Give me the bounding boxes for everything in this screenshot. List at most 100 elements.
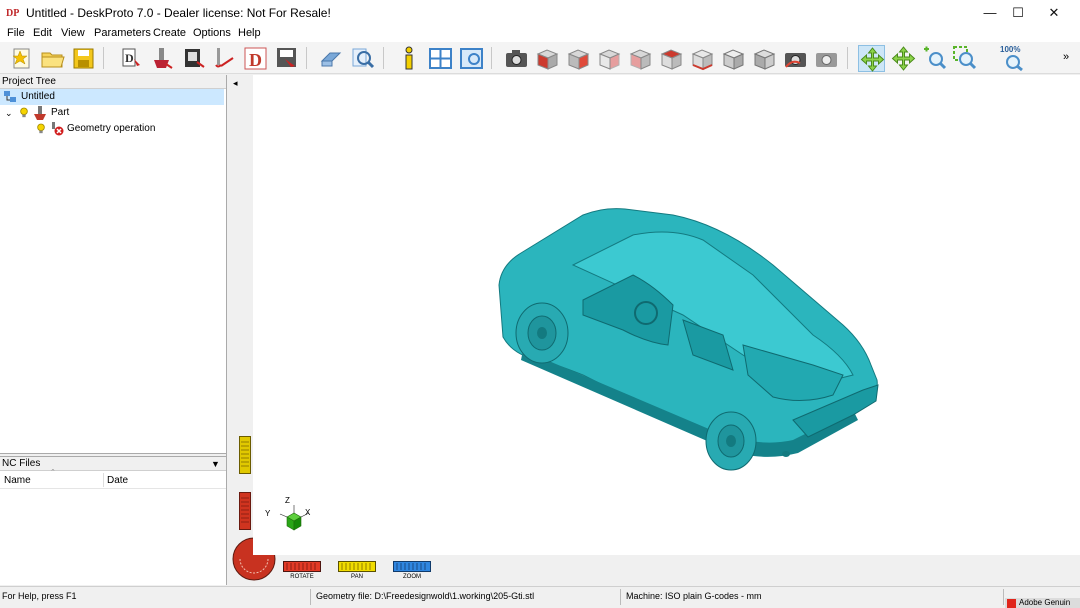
view-cube-right-icon [567,49,590,70]
view-right-button[interactable] [565,45,592,72]
nc-d-icon: D [244,47,267,70]
zoom-meter-label: ZOOM [403,574,421,580]
view-front-button[interactable] [534,45,561,72]
close-button[interactable]: ✕ [1036,0,1072,25]
view-iso-button[interactable] [720,45,747,72]
menu-create[interactable]: Create [153,27,186,39]
zoom-in-icon [924,46,947,70]
nc-col-name[interactable]: Name [4,475,31,486]
collapse-panel-button[interactable]: ◂ [233,78,238,89]
toolpath-icon [215,48,234,68]
camera-reset-icon [785,53,806,68]
tree-item-untitled[interactable]: Untitled [0,89,224,105]
zoom-meter [393,561,431,572]
status-help-text: For Help, press F1 [2,591,77,601]
new-button[interactable] [8,45,35,72]
part-parameters-icon: D [122,48,140,67]
four-view-icon [429,48,452,69]
camera-reset-button[interactable] [782,45,809,72]
search-icon [352,48,375,69]
3d-viewport[interactable]: Z Y X [253,75,1080,555]
tree-item-part[interactable]: ⌄ Part [0,105,224,121]
view-iso2-button[interactable] [751,45,778,72]
car-model[interactable] [253,75,1080,555]
operation-parameters-button[interactable] [148,45,175,72]
machine-button[interactable] [180,45,207,72]
chevron-down-icon[interactable]: ⌄ [5,105,13,121]
status-geometry-file: Geometry file: D:\Freedesignwold\1.worki… [316,591,535,601]
save-button[interactable] [70,45,97,72]
camera-icon [506,50,527,67]
view-cube-front-icon [536,49,559,70]
open-folder-icon [41,52,65,68]
menu-help[interactable]: Help [238,27,261,39]
axis-label-y: Y [265,509,271,518]
window-title: Untitled - DeskProto 7.0 - Dealer licens… [26,6,331,20]
single-view-icon [460,48,483,69]
menu-options[interactable]: Options [193,27,231,39]
title-bar: DP Untitled - DeskProto 7.0 - Dealer lic… [0,0,1080,25]
zoom-slider[interactable] [239,492,251,530]
left-panel: Project Tree Untitled ⌄ Part Geometry op… [0,75,227,585]
dropdown-arrow-icon[interactable]: ▼ [211,457,220,471]
menu-edit[interactable]: Edit [33,27,52,39]
nc-d-button[interactable]: D [242,45,269,72]
pan-meter [338,561,376,572]
view-cube-top-icon [660,49,683,70]
tree-item-geometry-operation[interactable]: Geometry operation [0,121,224,137]
view-back-button[interactable] [596,45,623,72]
front-wheel [515,302,569,364]
menu-parameters[interactable]: Parameters [94,27,151,39]
search-button[interactable] [349,45,376,72]
view-cube-back-icon [598,49,621,70]
menu-view[interactable]: View [61,27,85,39]
project-tree-header: Project Tree [0,75,226,89]
single-view-button[interactable] [458,45,485,72]
camera-gray-button[interactable] [813,45,840,72]
view-cube-iso-icon [722,49,745,70]
zoom-in-button[interactable] [921,45,948,72]
zoom-window-button[interactable] [952,45,979,72]
write-nc-button[interactable] [273,45,300,72]
four-view-button[interactable] [427,45,454,72]
lightbulb-icon[interactable] [36,123,46,135]
sort-indicator-icon: ⌃ [50,469,56,476]
info-button[interactable] [396,45,423,72]
maximize-button[interactable]: ☐ [1000,0,1036,25]
eraser-button[interactable] [318,45,345,72]
view-bottom-button[interactable] [689,45,716,72]
toolpath-button[interactable] [211,45,238,72]
menu-file[interactable]: File [7,27,25,39]
lightbulb-icon[interactable] [19,107,29,119]
rear-wheel [705,411,757,471]
new-icon [12,48,30,69]
view-top-button[interactable] [658,45,685,72]
part-icon [34,106,46,120]
zoom-100-label: 100% [1000,45,1021,54]
axis-label-z: Z [285,496,290,505]
rotate-icon [860,47,885,72]
status-bar: For Help, press F1 Geometry file: D:\Fre… [0,586,1080,608]
camera-gray-icon [816,53,837,67]
operation-error-icon [52,122,64,136]
app-logo-icon: DP [6,8,19,19]
exhaust-pipe [782,451,790,457]
pan-meter-label: PAN [351,574,363,580]
toolbar: D D 100% » [0,42,1080,74]
part-parameters-button[interactable]: D [116,45,143,72]
toolbar-overflow-button[interactable]: » [1063,51,1069,63]
save-icon [73,48,94,69]
open-button[interactable] [39,45,66,72]
nc-col-date[interactable]: Date [107,475,128,486]
camera-button[interactable] [503,45,530,72]
view-left-button[interactable] [627,45,654,72]
view-cube-left-icon [629,49,652,70]
svg-text:D: D [249,50,262,70]
menu-bar: File Edit View Parameters Create Options… [0,25,1080,42]
rotate-button[interactable] [858,45,885,72]
zoom-100-button[interactable]: 100% [1000,45,1027,72]
pan-slider[interactable] [239,436,251,474]
pan-button[interactable] [890,45,917,72]
rotate-meter [283,561,321,572]
viewport-container: ◂ Z Y X ROTATE PAN ZOOM [229,75,1080,585]
